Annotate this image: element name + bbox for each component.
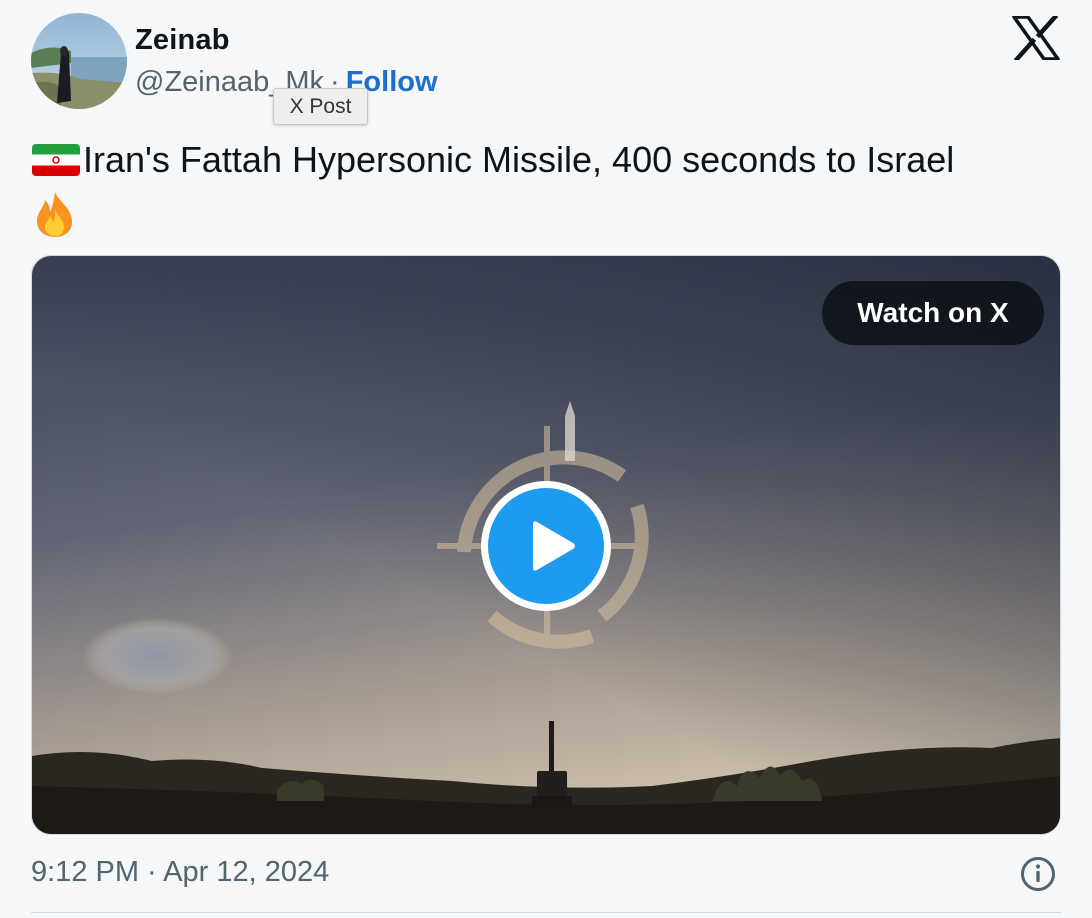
info-icon[interactable]: [1020, 856, 1056, 892]
tweet-text: Iran's Fattah Hypersonic Missile, 400 se…: [32, 136, 1062, 250]
play-button[interactable]: [481, 481, 611, 611]
post-timestamp[interactable]: 9:12 PM · Apr 12, 2024: [31, 856, 329, 889]
tweet-body: Iran's Fattah Hypersonic Missile, 400 se…: [83, 139, 955, 180]
avatar[interactable]: [31, 13, 127, 109]
iran-flag-icon: [32, 140, 80, 188]
video-player[interactable]: Watch on X: [31, 255, 1061, 835]
watch-on-x-button[interactable]: Watch on X: [822, 281, 1044, 345]
tooltip: X Post: [273, 88, 368, 125]
divider: [31, 912, 1061, 913]
embedded-tweet: Zeinab @Zeinaab_Mk · Follow X Post Iran's …: [0, 0, 1092, 918]
play-button-circle: [488, 488, 604, 604]
x-logo-icon[interactable]: [1012, 16, 1060, 60]
play-icon: [533, 521, 575, 571]
fire-emoji-icon: [32, 190, 1062, 250]
author-name[interactable]: Zeinab: [135, 24, 230, 57]
